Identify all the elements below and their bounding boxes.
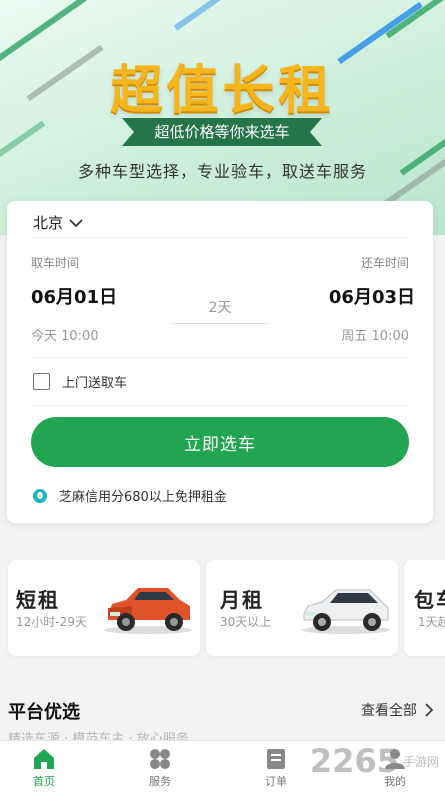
watermark-text: 2265 [309, 742, 399, 780]
rental-type-name: 包车 [414, 588, 445, 612]
divider [31, 357, 409, 358]
rental-type-desc: 30天以上 [220, 615, 272, 629]
select-car-button[interactable]: 立即选车 [31, 417, 409, 467]
rental-type-monthly[interactable]: 月租 30天以上 [206, 560, 398, 656]
grid-icon [150, 749, 170, 769]
nav-service[interactable]: 服务 [130, 745, 190, 789]
door-to-door-label: 上门送取车 [62, 376, 128, 391]
return-time[interactable]: 周五 10:00 [341, 325, 409, 344]
banner-title: 超值长租 [110, 61, 335, 121]
banner-subtitle: 多种车型选择，专业验车，取送车服务 [77, 162, 367, 181]
rental-type-short[interactable]: 短租 12小时-29天 [8, 560, 200, 656]
suv-car-icon [104, 588, 192, 634]
divider [31, 237, 409, 238]
rental-type-name: 月租 [220, 588, 264, 612]
site-watermark: 2265 手游网 [310, 742, 439, 780]
door-to-door-option[interactable]: 上门送取车 [33, 372, 127, 391]
zhima-credit-icon [33, 488, 47, 503]
pickup-date[interactable]: 06月01日 [31, 283, 117, 309]
order-icon [267, 749, 285, 769]
booking-card: 北京 取车时间 还车时间 06月01日 06月03日 2天 今天 10:00 周… [7, 201, 433, 523]
section-title: 平台优选 [8, 702, 80, 723]
view-all-link[interactable]: 查看全部 [361, 700, 433, 720]
rental-duration: 2天 [171, 297, 269, 324]
rental-type-desc: 1天起 [418, 615, 445, 629]
credit-note: 芝麻信用分680以上免押租金 [33, 486, 227, 505]
rental-type-desc: 12小时-29天 [16, 615, 87, 629]
view-all-label: 查看全部 [361, 703, 417, 719]
return-date[interactable]: 06月03日 [329, 283, 415, 309]
home-icon [34, 749, 54, 769]
pickup-time[interactable]: 今天 10:00 [31, 325, 99, 344]
watermark-suffix: 手游网 [402, 754, 439, 769]
nav-label: 服务 [149, 775, 171, 788]
hatchback-car-icon [302, 589, 390, 634]
nav-orders[interactable]: 订单 [246, 745, 306, 789]
nav-label: 订单 [265, 775, 287, 788]
nav-label: 首页 [33, 775, 55, 788]
city-selector[interactable]: 北京 [33, 212, 83, 233]
return-time-label: 还车时间 [360, 256, 409, 270]
rental-type-name: 短租 [16, 588, 60, 612]
promo-banner[interactable]: 超值长租 超低价格等你来选车 多种车型选择，专业验车，取送车服务 [0, 0, 445, 235]
city-label: 北京 [33, 214, 64, 232]
nav-home[interactable]: 首页 [14, 745, 74, 789]
rental-type-charter[interactable]: 包车 1天起 [404, 560, 445, 656]
chevron-down-icon [69, 218, 83, 227]
door-to-door-checkbox[interactable] [33, 373, 50, 390]
divider [31, 405, 409, 406]
chevron-right-icon [425, 703, 433, 717]
pickup-time-label: 取车时间 [31, 256, 80, 270]
banner-ribbon: 超低价格等你来选车 [122, 118, 322, 146]
banner-stripe [173, 0, 227, 31]
credit-note-text: 芝麻信用分680以上免押租金 [59, 490, 227, 505]
